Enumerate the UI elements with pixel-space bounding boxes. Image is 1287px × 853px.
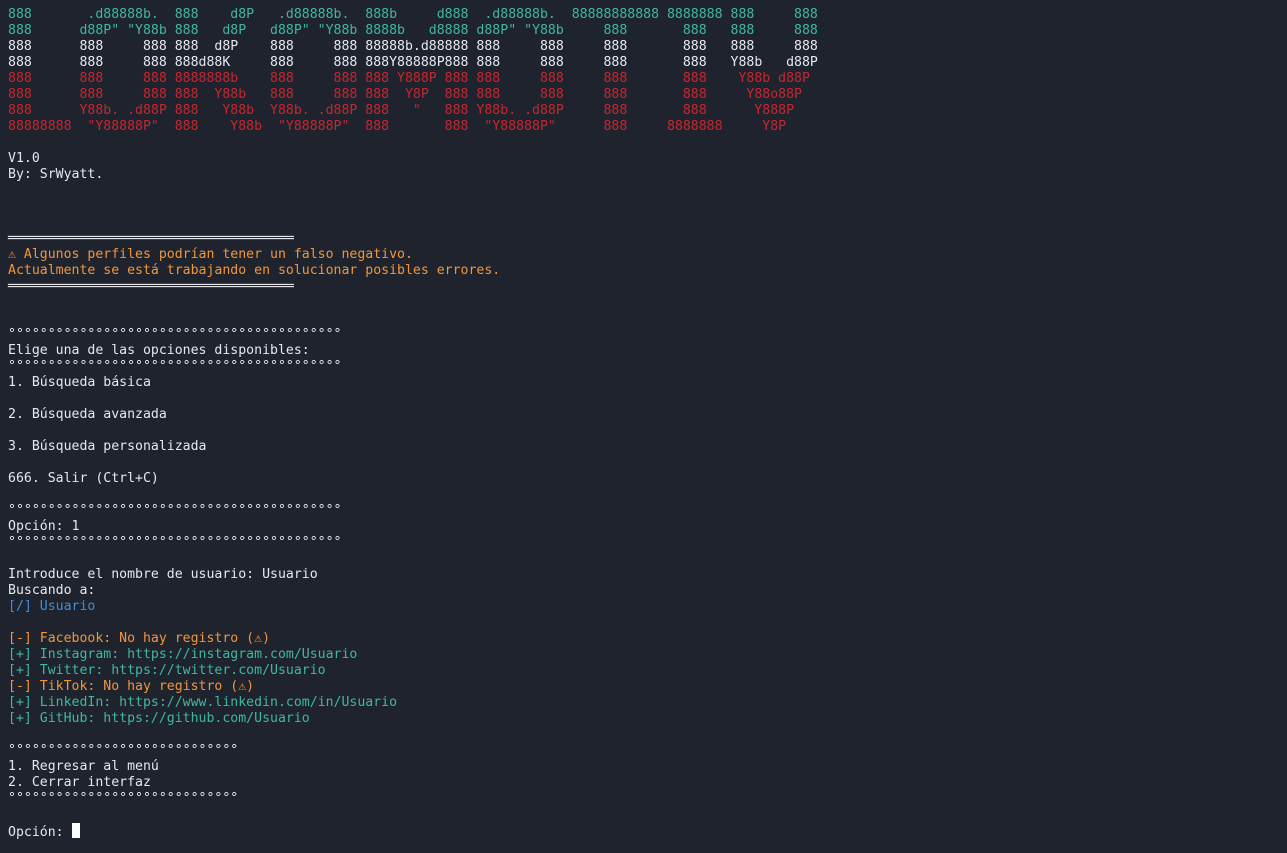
terminal-line: [-] Facebook: No hay registro (⚠)	[8, 631, 271, 646]
terminal-line: ════════════════════════════════════	[8, 231, 294, 246]
input-prompt-line[interactable]: Opción:	[8, 823, 1287, 840]
terminal-line: 888 888 888 8888888b 888 888 888 Y888P 8…	[8, 71, 810, 86]
terminal-line: V1.0	[8, 151, 40, 166]
terminal-line: °°°°°°°°°°°°°°°°°°°°°°°°°°°°°°°°°°°°°°°°…	[8, 359, 342, 374]
terminal-line: 888 d88P" "Y88b 888 d8P d88P" "Y88b 8888…	[8, 23, 818, 38]
terminal-line: 888 Y88b. .d88P 888 Y88b Y88b. .d88P 888…	[8, 103, 795, 118]
text-cursor	[71, 823, 80, 838]
terminal-line: ⚠ Algunos perfiles podrían tener un fals…	[8, 247, 413, 262]
terminal-line: 1. Búsqueda básica	[8, 375, 151, 390]
terminal-line: 888 888 888 888 d8P 888 888 88888b.d8888…	[8, 39, 818, 54]
terminal-line: [+] Instagram: https://instagram.com/Usu…	[8, 647, 358, 662]
input-prompt-label: Opción:	[8, 825, 72, 840]
terminal-window[interactable]: 888 .d88888b. 888 d8P .d88888b. 888b d88…	[0, 0, 1287, 853]
terminal-line: 2. Cerrar interfaz	[8, 775, 151, 790]
terminal-line: [-] TikTok: No hay registro (⚠)	[8, 679, 255, 694]
terminal-line: Introduce el nombre de usuario: Usuario	[8, 567, 318, 582]
terminal-line: 3. Búsqueda personalizada	[8, 439, 207, 454]
terminal-line: °°°°°°°°°°°°°°°°°°°°°°°°°°°°°°°°°°°°°°°°…	[8, 535, 342, 550]
terminal-line: °°°°°°°°°°°°°°°°°°°°°°°°°°°°°	[8, 791, 239, 806]
terminal-line: By: SrWyatt.	[8, 167, 104, 182]
terminal-line: [+] Twitter: https://twitter.com/Usuario	[8, 663, 326, 678]
terminal-line: ════════════════════════════════════	[8, 279, 294, 294]
terminal-line: 1. Regresar al menú	[8, 759, 159, 774]
terminal-output: 888 .d88888b. 888 d8P .d88888b. 888b d88…	[8, 7, 1287, 823]
terminal-line: Actualmente se está trabajando en soluci…	[8, 263, 501, 278]
terminal-line: °°°°°°°°°°°°°°°°°°°°°°°°°°°°°	[8, 743, 239, 758]
terminal-line: 88888888 "Y88888P" 888 Y88b "Y88888P" 88…	[8, 119, 787, 134]
terminal-line: 888 888 888 888 Y88b 888 888 888 Y8P 888…	[8, 87, 802, 102]
terminal-line: 888 888 888 888d88K 888 888 888Y88888P88…	[8, 55, 818, 70]
terminal-line: 2. Búsqueda avanzada	[8, 407, 167, 422]
terminal-line: 666. Salir (Ctrl+C)	[8, 471, 159, 486]
terminal-line: Buscando a:	[8, 583, 96, 598]
terminal-line: Elige una de las opciones disponibles:	[8, 343, 310, 358]
terminal-line: 888 .d88888b. 888 d8P .d88888b. 888b d88…	[8, 7, 818, 22]
terminal-line: [+] GitHub: https://github.com/Usuario	[8, 711, 310, 726]
terminal-line: [+] LinkedIn: https://www.linkedin.com/i…	[8, 695, 398, 710]
terminal-line: [/] Usuario	[8, 599, 96, 614]
terminal-line: °°°°°°°°°°°°°°°°°°°°°°°°°°°°°°°°°°°°°°°°…	[8, 327, 342, 342]
terminal-line: Opción: 1	[8, 519, 80, 534]
terminal-line: °°°°°°°°°°°°°°°°°°°°°°°°°°°°°°°°°°°°°°°°…	[8, 503, 342, 518]
